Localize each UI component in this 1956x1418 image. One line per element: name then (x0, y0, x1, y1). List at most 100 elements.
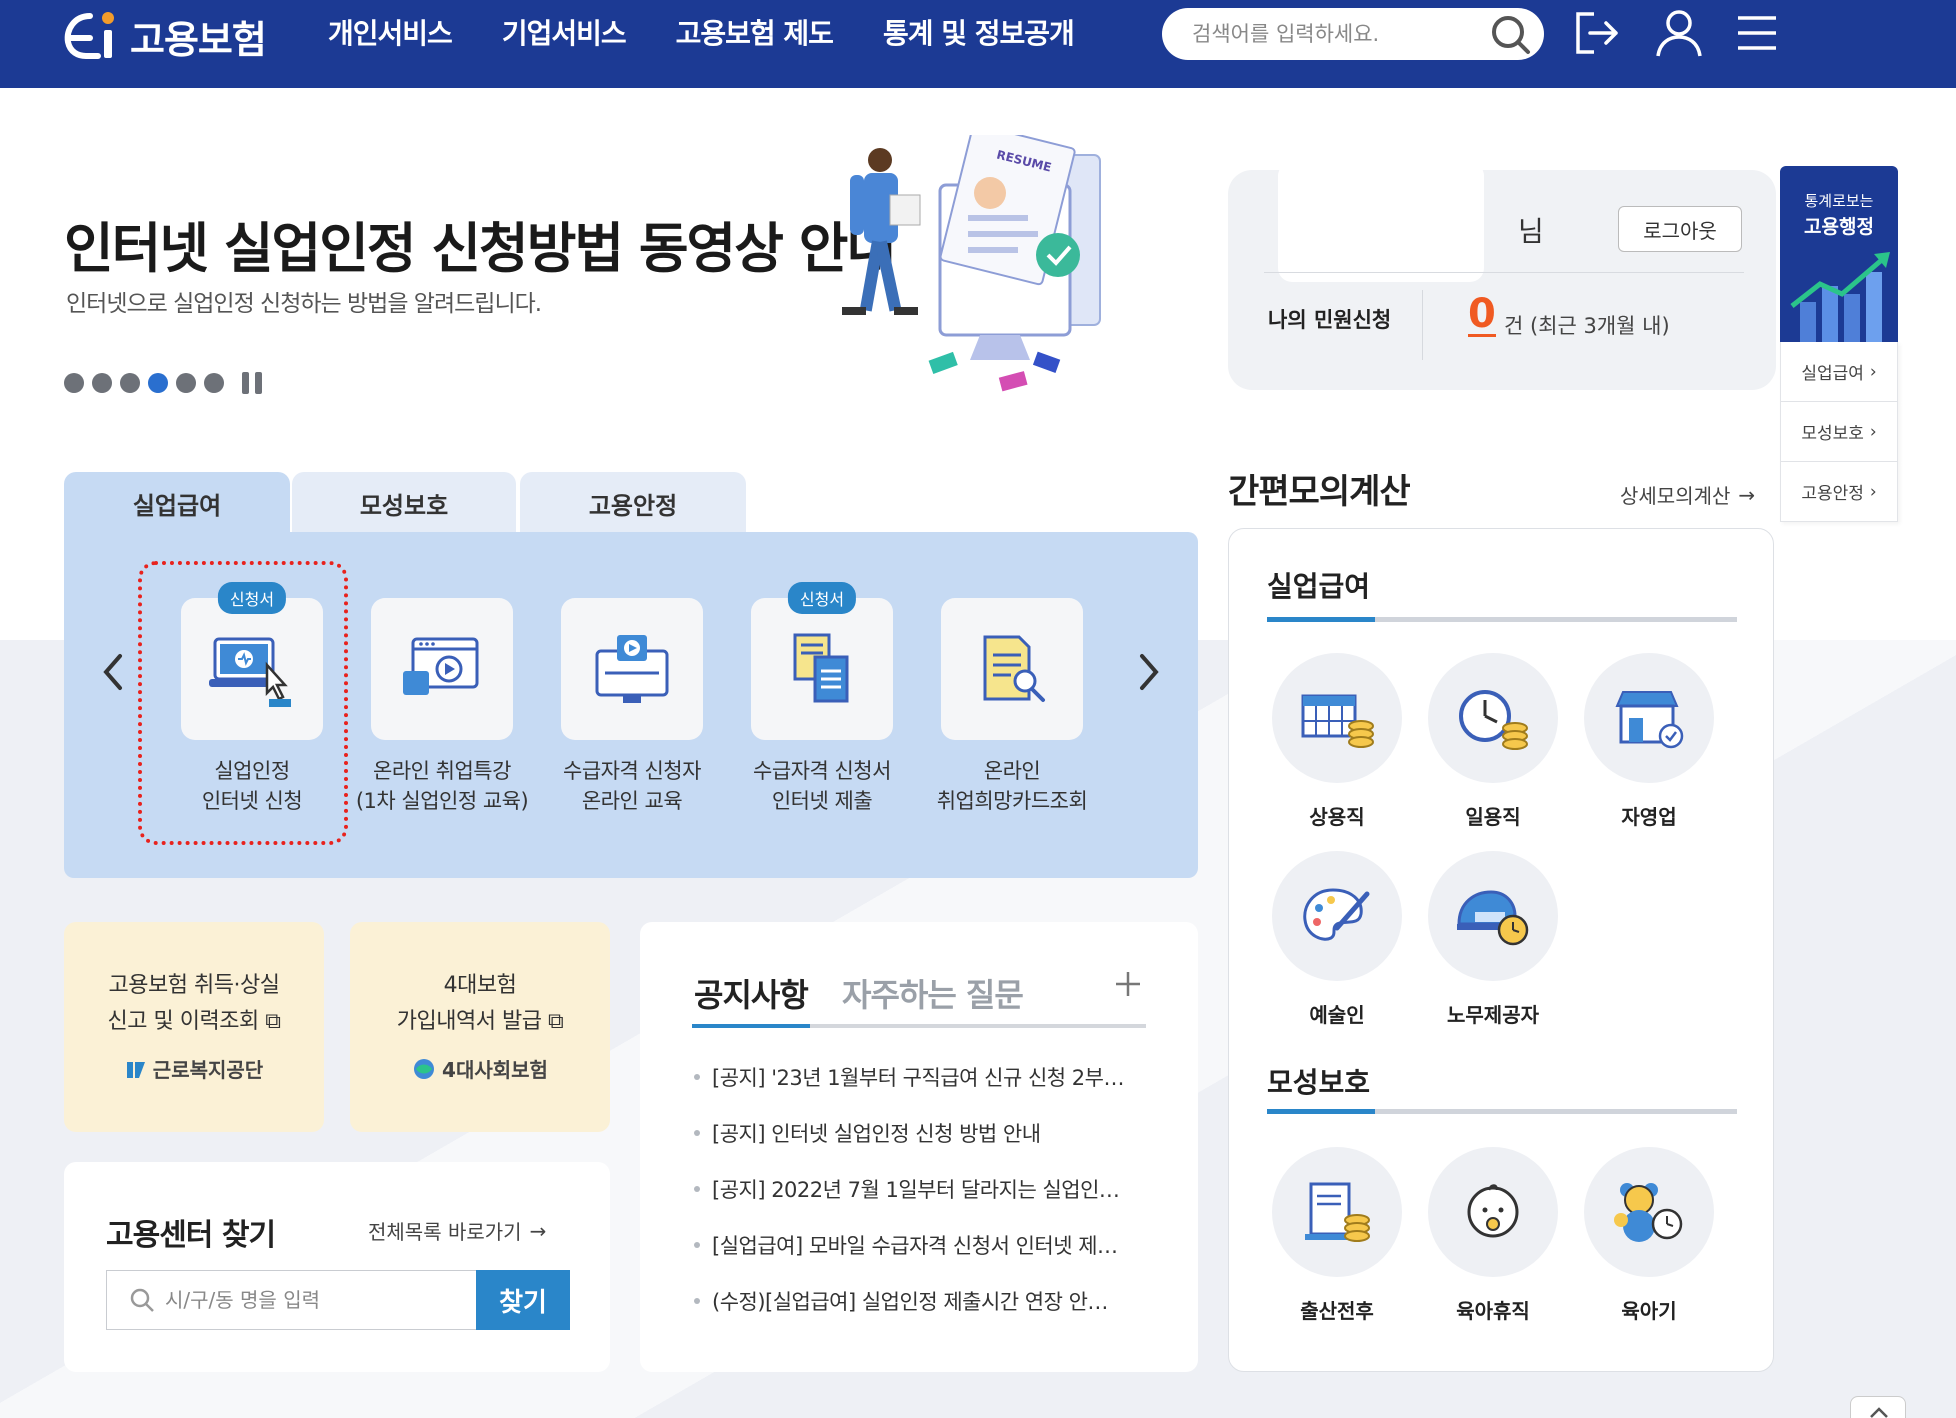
calc-childbirth[interactable]: 출산전후 (1267, 1147, 1407, 1324)
user-name-masked (1278, 162, 1484, 282)
tab-notice[interactable]: 공지사항 (694, 970, 809, 1016)
quick-card-4insurance[interactable]: 4대보험 가입내역서 발급 ⧉ 4대사회보험 (350, 922, 610, 1132)
banner-dot[interactable] (120, 373, 140, 393)
service-label: 수급자격 신청서 인터넷 제출 (753, 759, 891, 813)
quick-card-text: 고용보험 취득·상실 신고 및 이력조회 ⧉ (64, 968, 324, 1040)
user-icon[interactable] (1652, 6, 1706, 60)
service-card (371, 598, 513, 740)
banner-dot-active[interactable] (148, 373, 168, 393)
logout-button[interactable]: 로그아웃 (1618, 206, 1742, 252)
service-job-card-inquiry[interactable]: 온라인 취업희망카드조회 (917, 598, 1107, 816)
nav-business-service[interactable]: 기업서비스 (502, 12, 627, 52)
notice-item[interactable]: [공지] '23년 1월부터 구직급여 신규 신청 2부… (692, 1062, 1152, 1118)
calc-section-underline-active (1267, 1109, 1375, 1114)
tab-employment-stability[interactable]: 고용안정 (520, 472, 746, 534)
quick-card-label: 고용보험 취득·상실 신고 및 이력조회 (107, 973, 280, 1034)
banner-dot[interactable] (92, 373, 112, 393)
quick-card-insurance-history[interactable]: 고용보험 취득·상실 신고 및 이력조회 ⧉ 근로복지공단 (64, 922, 324, 1132)
side-stats-line1: 통계로보는 (1804, 192, 1874, 210)
plus-icon[interactable] (1110, 966, 1146, 1002)
document-search-icon (983, 635, 1045, 702)
service-recipient-application[interactable]: 신청서 수급자격 신청서 인터넷 제출 (727, 582, 917, 816)
documents-icon (793, 633, 849, 703)
pause-icon[interactable] (242, 372, 262, 394)
logout-icon[interactable] (1570, 6, 1624, 60)
my-requests-unit: 건 (최근 3개월 내) (1504, 314, 1670, 338)
chevron-right-icon: › (1869, 481, 1877, 502)
side-link-employment-stability[interactable]: 고용안정 › (1780, 462, 1898, 522)
search-input[interactable] (1192, 18, 1472, 50)
calc-self-employed[interactable]: 자영업 (1579, 653, 1719, 830)
user-vertical-divider (1422, 290, 1423, 360)
my-requests-count[interactable]: 0 (1468, 294, 1496, 337)
chevron-left-icon[interactable] (96, 650, 130, 694)
user-summary-box: 님 로그아웃 나의 민원신청 0 건 (최근 3개월 내) (1228, 162, 1776, 390)
center-list-link[interactable]: 전체목록 바로가기 → (368, 1216, 546, 1245)
tab-unemployment-benefit[interactable]: 실업급여 (64, 472, 290, 534)
calc-labor-provider[interactable]: 노무제공자 (1423, 851, 1563, 1028)
side-quick-menu: 통계로보는 고용행정 실업급여 › 모성보호 › 고용안정 › (1780, 166, 1898, 522)
calc-item-label: 예술인 (1309, 1003, 1365, 1027)
notice-item[interactable]: [공지] 2022년 7월 1일부터 달라지는 실업인… (692, 1174, 1152, 1230)
quick-card-org-name: 근로복지공단 (152, 1058, 264, 1082)
calc-childcare-period[interactable]: 육아기 (1579, 1147, 1719, 1324)
calc-item-label: 출산전후 (1300, 1299, 1374, 1323)
application-badge: 신청서 (787, 582, 857, 614)
nav-personal-service[interactable]: 개인서비스 (328, 12, 453, 52)
center-search-button[interactable]: 찾기 (476, 1270, 570, 1330)
scroll-top-button[interactable] (1850, 1396, 1906, 1418)
notice-item[interactable]: [공지] 인터넷 실업인정 신청 방법 안내 (692, 1118, 1152, 1174)
teddy-bear-clock-icon (1584, 1147, 1714, 1277)
calc-item-label: 자영업 (1621, 805, 1677, 829)
user-divider (1264, 272, 1744, 273)
calc-artist[interactable]: 예술인 (1267, 851, 1407, 1028)
main-nav: 개인서비스 기업서비스 고용보험 제도 통계 및 정보공개 (328, 12, 1075, 52)
side-link-label: 고용안정 (1801, 484, 1864, 504)
center-search-box (106, 1270, 478, 1330)
banner-dot[interactable] (64, 373, 84, 393)
growth-chart-icon (1790, 252, 1890, 342)
clock-coins-icon (1428, 653, 1558, 783)
center-finder: 고용센터 찾기 전체목록 바로가기 → 찾기 (64, 1162, 610, 1372)
service-recipient-education[interactable]: 수급자격 신청자 온라인 교육 (537, 598, 727, 816)
arrow-right-icon: → (1738, 482, 1756, 507)
service-card: 신청서 (751, 582, 893, 740)
detail-calculator-link[interactable]: 상세모의계산 → (1620, 480, 1755, 509)
header-search (1162, 8, 1544, 60)
calc-regular-worker[interactable]: 상용직 (1267, 653, 1407, 830)
banner-title[interactable]: 인터넷 실업인정 신청방법 동영상 안내 (64, 204, 896, 283)
banner-dot[interactable] (176, 373, 196, 393)
external-link-icon: ⧉ (547, 1009, 564, 1034)
quick-card-org-name: 4대사회보험 (442, 1058, 548, 1082)
document-coins-icon (1272, 1147, 1402, 1277)
service-online-lecture[interactable]: 온라인 취업특강 (1차 실업인정 교육) (347, 598, 537, 816)
calc-daily-worker[interactable]: 일용직 (1423, 653, 1563, 830)
red-highlight-annotation (138, 561, 348, 845)
tab-faq[interactable]: 자주하는 질문 (842, 970, 1024, 1016)
banner-pagination (64, 372, 262, 394)
side-stats-banner[interactable]: 통계로보는 고용행정 (1780, 166, 1898, 342)
service-label: 온라인 취업희망카드조회 (936, 759, 1088, 813)
menu-icon[interactable] (1730, 6, 1784, 60)
tab-maternity[interactable]: 모성보호 (292, 472, 516, 534)
nav-statistics[interactable]: 통계 및 정보공개 (883, 12, 1075, 52)
calc-parental-leave[interactable]: 육아휴직 (1423, 1147, 1563, 1324)
center-search-input[interactable] (165, 1285, 465, 1315)
service-card (941, 598, 1083, 740)
notice-item[interactable]: [실업급여] 모바일 수급자격 신청서 인터넷 제… (692, 1230, 1152, 1286)
search-icon (130, 1288, 154, 1312)
side-link-unemployment[interactable]: 실업급여 › (1780, 342, 1898, 402)
calc-section-maternity: 모성보호 (1267, 1066, 1371, 1099)
arrow-right-icon: → (529, 1218, 547, 1243)
banner-dot[interactable] (204, 373, 224, 393)
chevron-right-icon[interactable] (1132, 650, 1166, 694)
my-requests-label[interactable]: 나의 민원신청 (1268, 304, 1391, 334)
store-icon (1584, 653, 1714, 783)
nav-insurance-system[interactable]: 고용보험 제도 (676, 12, 834, 52)
site-logo[interactable]: 고용보험 (60, 4, 267, 68)
quick-card-org: 4대사회보험 (350, 1054, 610, 1083)
4insurance-logo-icon (414, 1058, 435, 1079)
side-link-maternity[interactable]: 모성보호 › (1780, 402, 1898, 462)
search-icon[interactable] (1488, 12, 1534, 58)
notice-item[interactable]: (수정)[실업급여] 실업인정 제출시간 연장 안… (692, 1286, 1152, 1342)
